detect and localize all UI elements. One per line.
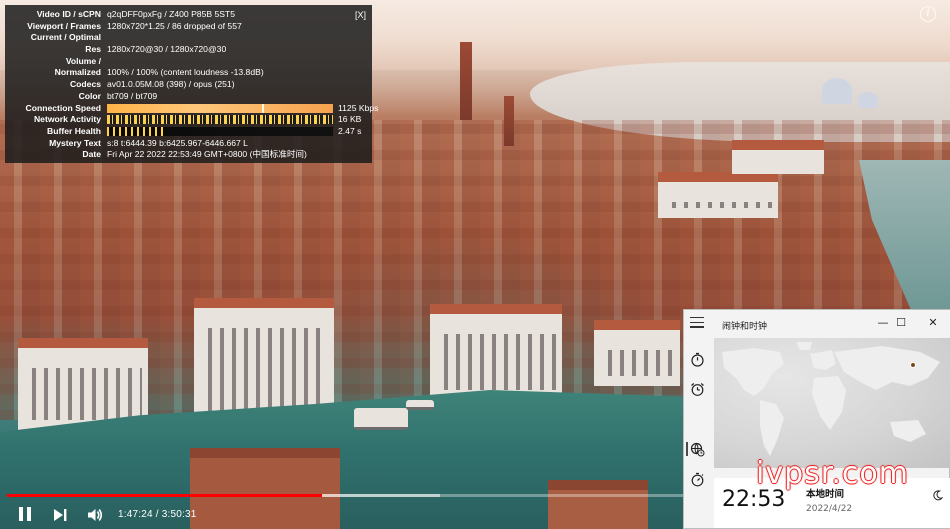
nav-sidebar <box>684 338 712 528</box>
stats-graph-buf <box>107 126 333 136</box>
progress-played <box>7 494 322 497</box>
watermark-text: ivpsr.com <box>756 456 909 491</box>
close-button[interactable]: ✕ <box>922 314 944 332</box>
next-video-icon[interactable] <box>52 507 68 523</box>
stats-row: Color bt709 / bt709 <box>11 91 366 103</box>
stats-label: Color <box>78 90 101 101</box>
stats-value: Fri Apr 22 2022 22:53:49 GMT+0800 (中国标准时… <box>107 149 307 160</box>
stats-label: Normalized <box>54 67 101 78</box>
video-vaporetto <box>354 408 408 430</box>
stats-row: Video ID / sCPN q2qDFF0pxFg / Z400 P85B 5… <box>11 9 366 21</box>
screen: [X] Video ID / sCPN q2qDFF0pxFg / Z400 P85… <box>0 0 950 529</box>
stats-label: Current / Optimal <box>30 32 101 43</box>
stats-label: Date <box>82 149 101 160</box>
active-indicator <box>686 442 688 456</box>
stats-row: Connection Speed 1125 Kbps <box>11 102 378 115</box>
stats-row: Viewport / Frames 1280x720*1.25 / 86 drop… <box>11 21 366 33</box>
window-title: 闹钟和时钟 <box>722 322 768 332</box>
stats-label: Video ID / sCPN <box>36 9 101 19</box>
stopwatch-icon[interactable] <box>690 472 705 487</box>
world-continents <box>722 342 940 456</box>
video-palazzo-right <box>430 304 562 400</box>
video-palazzo-left <box>18 338 148 430</box>
world-map[interactable] <box>714 338 950 468</box>
stats-row: Volume / <box>11 56 366 68</box>
stats-row: Mystery Text s:8 t:6444.39 b:6425.967-644… <box>11 138 366 150</box>
video-dome-2 <box>858 92 878 108</box>
alarm-icon[interactable] <box>690 382 705 397</box>
video-dome <box>822 78 852 104</box>
info-icon[interactable]: i <box>920 6 936 22</box>
video-palazzo-far-right <box>594 320 680 386</box>
stats-graph-value: 16 KB <box>338 114 362 125</box>
stats-value: av01.0.05M.08 (398) / opus (251) <box>107 79 235 90</box>
stats-label: Buffer Health <box>47 125 101 136</box>
clock-app-window[interactable]: 闹钟和时钟 — ☐ ✕ 22:53 本地时间 2022/4/22 <box>683 309 950 529</box>
menu-icon[interactable] <box>690 317 704 329</box>
stats-row: Res 1280x720@30 / 1280x720@30 <box>11 44 366 56</box>
stats-value: 1280x720@30 / 1280x720@30 <box>107 44 227 55</box>
stats-row: Normalized 100% / 100% (content loudness … <box>11 67 366 79</box>
location-pin-icon <box>910 362 916 368</box>
video-building-top <box>658 172 778 218</box>
video-foreground-roof <box>190 448 340 529</box>
stats-graph-value: 1125 Kbps <box>338 102 379 113</box>
stats-graph-speed <box>107 103 333 113</box>
stats-label: Connection Speed <box>25 102 101 113</box>
stats-value: bt709 / bt709 <box>107 90 158 101</box>
time-display: 1:47:24 / 3:50:31 <box>118 509 197 520</box>
stats-label: Network Activity <box>33 114 101 125</box>
stats-graph-value: 2.47 s <box>338 125 362 136</box>
stats-row: Network Activity 16 KB <box>11 114 366 126</box>
stats-value: 1280x720*1.25 / 86 dropped of 557 <box>107 20 242 31</box>
stats-value: 100% / 100% (content loudness -13.8dB) <box>107 67 264 78</box>
video-building-top-2 <box>732 140 824 174</box>
stats-row: Buffer Health 2.47 s <box>11 126 366 138</box>
stats-graph-net <box>107 115 333 125</box>
stats-value: q2qDFF0pxFg / Z400 P85B 5ST5 <box>107 9 236 19</box>
timer-icon[interactable] <box>690 352 705 367</box>
local-date: 2022/4/22 <box>806 504 853 514</box>
volume-icon[interactable] <box>86 506 104 524</box>
stats-row: Current / Optimal <box>11 32 366 44</box>
title-bar[interactable]: 闹钟和时钟 — ☐ ✕ <box>684 310 950 338</box>
moon-icon <box>932 486 944 505</box>
world-clock-icon[interactable] <box>690 442 705 457</box>
pause-icon[interactable] <box>16 505 34 523</box>
video-campanile <box>460 42 472 120</box>
stats-label: Viewport / Frames <box>27 20 101 31</box>
stats-label: Mystery Text <box>49 137 101 148</box>
stats-label: Volume / <box>65 55 101 66</box>
stats-value: s:8 t:6444.39 b:6425.967-6446.667 L <box>107 137 248 148</box>
stats-row: Codecs av01.0.05M.08 (398) / opus (251) <box>11 79 366 91</box>
stats-label: Res <box>85 44 101 55</box>
video-boat-small <box>406 400 434 410</box>
video-tower-2 <box>504 96 514 146</box>
stats-label: Codecs <box>69 79 101 90</box>
maximize-button[interactable]: ☐ <box>890 314 912 332</box>
video-foreground-roof-right <box>548 480 648 529</box>
stats-row: Date Fri Apr 22 2022 22:53:49 GMT+0800 (中… <box>11 149 366 161</box>
stats-for-nerds-panel: [X] Video ID / sCPN q2qDFF0pxFg / Z400 P85… <box>5 5 378 163</box>
progress-bar[interactable] <box>7 494 683 497</box>
